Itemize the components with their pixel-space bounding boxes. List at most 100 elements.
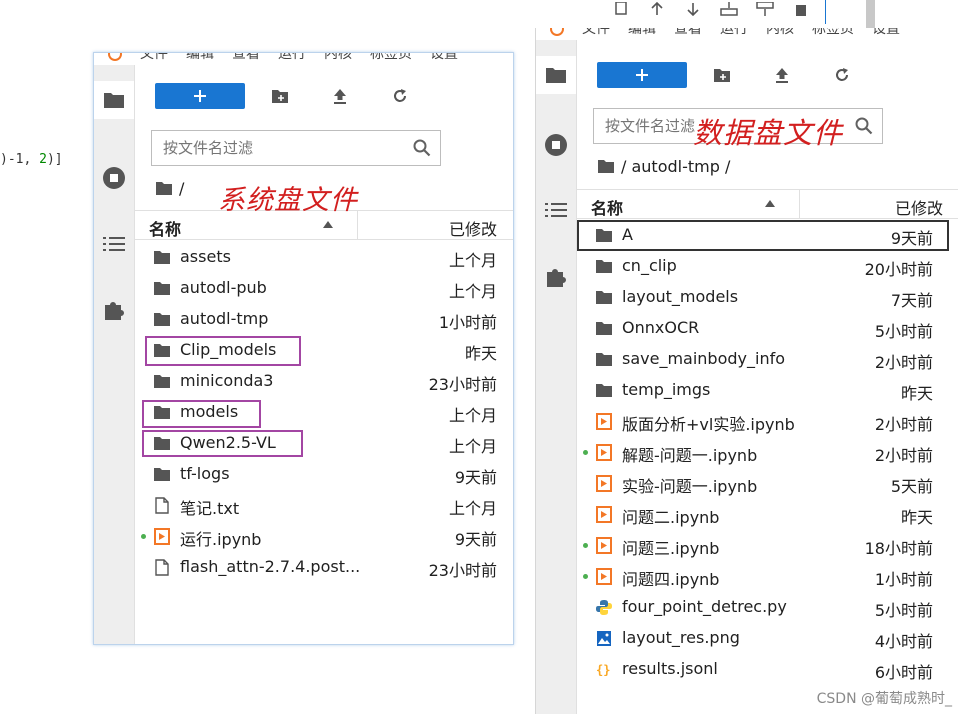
highlight-box-models [142,400,261,428]
extensions-tab[interactable] [94,291,134,329]
stop-circle-icon [545,134,567,156]
running-indicator-dot [583,543,588,548]
column-divider[interactable] [799,190,800,218]
file-row[interactable]: miniconda3 23小时前 [135,366,513,397]
column-modified-header[interactable]: 已修改 [895,195,943,219]
menu-settings[interactable]: 设置 [430,53,458,65]
file-modified: 5小时前 [874,322,933,341]
file-name: results.jsonl [622,659,718,678]
menu-view[interactable]: 查看 [674,28,702,40]
toc-tab[interactable] [94,225,134,263]
move-down-icon[interactable] [682,0,704,16]
refresh-button[interactable] [385,83,415,109]
file-browser-tab[interactable] [536,56,576,94]
new-launcher-button[interactable] [155,83,245,109]
file-row[interactable]: 解题-问题一.ipynb 2小时前 [577,437,949,468]
new-launcher-button[interactable] [597,62,687,88]
file-row[interactable]: autodl-pub 上个月 [135,273,513,304]
file-browser-tab[interactable] [94,81,134,119]
extensions-tab[interactable] [536,258,576,296]
breadcrumb-path[interactable]: / autodl-tmp / [621,157,730,176]
menu-view[interactable]: 查看 [232,53,260,65]
menu-edit[interactable]: 编辑 [628,28,656,40]
file-row[interactable]: OnnxOCR 5小时前 [577,313,949,344]
menu-file[interactable]: 文件 [140,53,168,65]
new-folder-button[interactable] [707,62,737,88]
file-row[interactable]: tf-logs 9天前 [135,459,513,490]
file-row[interactable]: four_point_detrec.py 5小时前 [577,592,949,623]
file-row[interactable]: flash_attn-2.7.4.post... 23小时前 [135,552,513,583]
menu-kernel[interactable]: 内核 [766,28,794,40]
file-row[interactable]: {} results.jsonl 6小时前 [577,654,949,685]
menu-kernel[interactable]: 内核 [324,53,352,65]
puzzle-icon [105,302,124,320]
file-name: 运行.ipynb [180,530,262,549]
menu-file[interactable]: 文件 [582,28,610,40]
upload-button[interactable] [767,62,797,88]
file-name: flash_attn-2.7.4.post... [180,557,361,576]
insert-above-icon[interactable] [718,0,740,16]
file-row[interactable]: layout_models 7天前 [577,282,949,313]
column-modified-header[interactable]: 已修改 [449,216,497,240]
new-folder-icon [272,89,288,103]
file-row[interactable]: 问题二.ipynb 昨天 [577,499,949,530]
upload-icon [776,68,788,83]
file-row[interactable]: layout_res.png 4小时前 [577,623,949,654]
refresh-button[interactable] [827,62,857,88]
folder-icon [595,289,613,306]
folder-icon [153,249,171,266]
search-icon [413,139,431,157]
python-file-icon [595,599,613,616]
running-tab[interactable] [94,159,134,197]
copy-cell-icon[interactable] [610,0,632,16]
menu-run[interactable]: 运行 [720,28,748,40]
menu-tabs[interactable]: 标签页 [370,53,412,65]
running-indicator-dot [141,534,146,539]
breadcrumb-path[interactable]: / [179,179,184,198]
text-cursor [825,0,826,24]
menu-settings[interactable]: 设置 [872,28,900,40]
filter-input[interactable] [161,138,413,158]
upload-button[interactable] [325,83,355,109]
home-folder-icon[interactable] [597,159,615,174]
file-modified: 9天前 [454,530,497,549]
home-folder-icon[interactable] [155,181,173,196]
file-row[interactable]: save_mainbody_info 2小时前 [577,344,949,375]
file-row[interactable]: 笔记.txt 上个月 [135,490,513,521]
column-name-header[interactable]: 名称 [591,195,623,219]
delete-cell-icon[interactable] [790,0,812,16]
refresh-icon [836,68,848,81]
new-folder-button[interactable] [265,83,295,109]
file-modified: 1小时前 [874,570,933,589]
file-modified: 上个月 [448,251,497,270]
file-row[interactable]: 问题四.ipynb 1小时前 [577,561,949,592]
file-row[interactable]: temp_imgs 昨天 [577,375,949,406]
highlight-box-clip-models [145,336,301,366]
file-row[interactable]: assets 上个月 [135,242,513,273]
menu-run[interactable]: 运行 [278,53,306,65]
menu-tabs[interactable]: 标签页 [812,28,854,40]
svg-text:{}: {} [596,663,610,677]
running-tab[interactable] [536,126,576,164]
file-row[interactable]: cn_clip 20小时前 [577,251,949,282]
insert-below-icon[interactable] [754,0,776,16]
file-row[interactable]: autodl-tmp 1小时前 [135,304,513,335]
folder-icon [104,93,124,108]
toc-tab[interactable] [536,191,576,229]
filter-box [151,130,441,166]
folder-icon [153,280,171,297]
file-modified: 1小时前 [438,313,497,332]
file-row[interactable]: 运行.ipynb 9天前 [135,521,513,552]
file-row[interactable]: 问题三.ipynb 18小时前 [577,530,949,561]
move-up-icon[interactable] [646,0,668,16]
file-modified: 23小时前 [428,375,497,394]
file-row[interactable]: A 9天前 [577,220,949,251]
file-row[interactable]: 版面分析+vl实验.ipynb 2小时前 [577,406,949,437]
file-row[interactable]: 实验-问题一.ipynb 5天前 [577,468,949,499]
file-name: OnnxOCR [622,318,700,337]
menu-edit[interactable]: 编辑 [186,53,214,65]
folder-icon [595,382,613,399]
file-name: layout_res.png [622,628,740,647]
sort-ascending-icon [765,200,775,207]
column-name-header[interactable]: 名称 [149,216,181,240]
